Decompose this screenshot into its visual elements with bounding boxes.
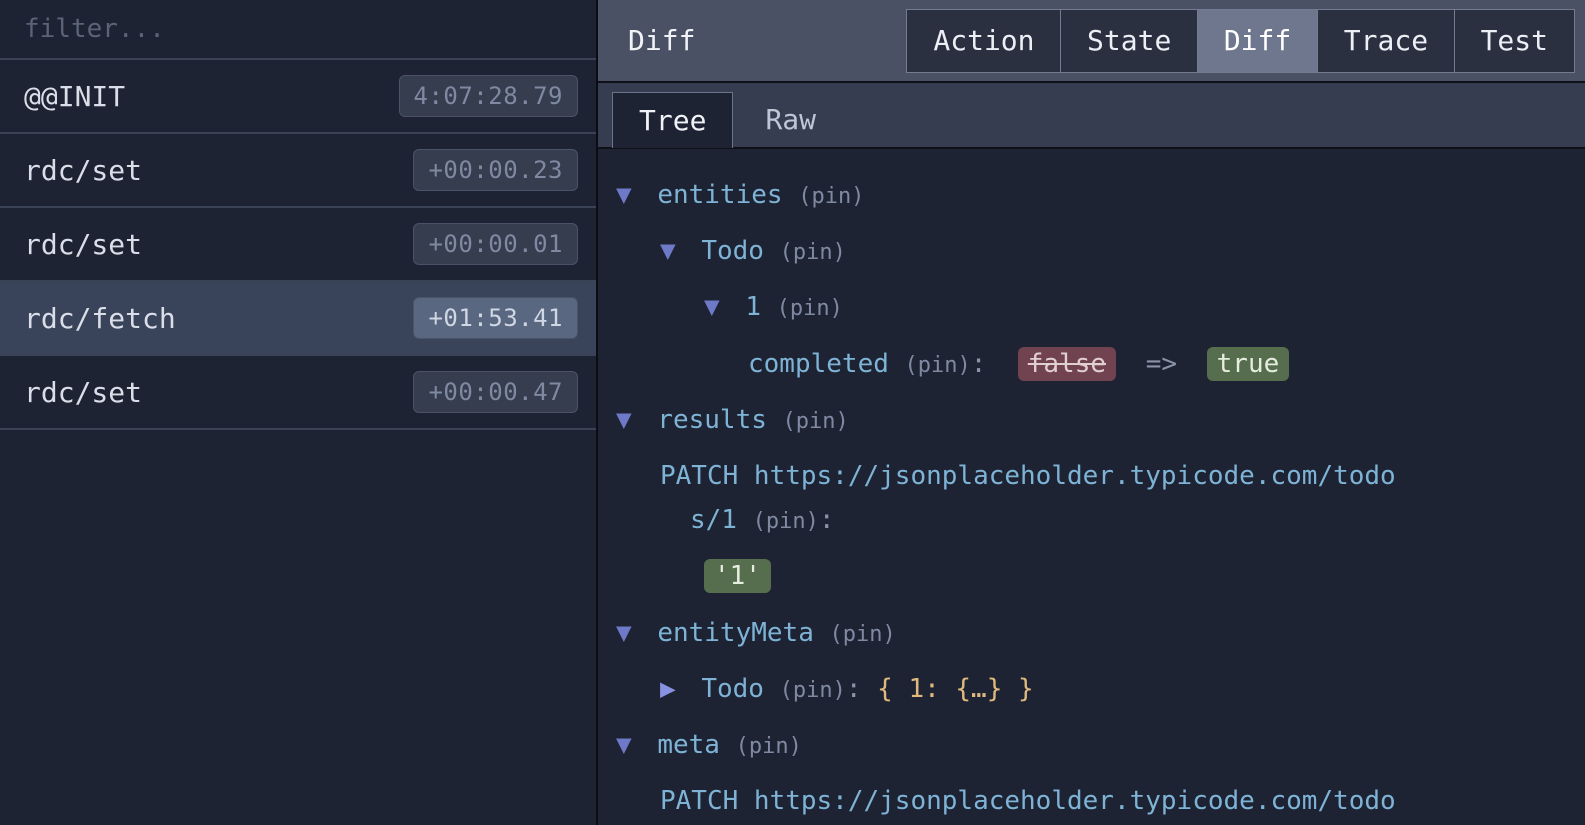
action-row[interactable]: rdc/fetch +01:53.41 [0,282,596,356]
colon: : [819,505,835,535]
action-time: +00:00.23 [413,149,578,191]
tree-node-meta[interactable]: ▼ meta (pin) [616,717,1567,773]
action-row[interactable]: rdc/set +00:00.23 [0,134,596,208]
tree-node-todo[interactable]: ▼ Todo (pin) [616,223,1567,279]
chevron-right-icon: ▶ [660,667,686,711]
inspector-panel: Diff Action State Diff Trace Test Tree R… [598,0,1585,825]
pin-button[interactable]: (pin) [736,734,802,759]
tree-node-entities[interactable]: ▼ entities (pin) [616,167,1567,223]
tab-action[interactable]: Action [906,9,1061,73]
inspector-title: Diff [598,0,725,81]
action-time: +01:53.41 [413,297,578,339]
colon: : [971,349,987,379]
action-row[interactable]: rdc/set +00:00.01 [0,208,596,282]
action-time: 4:07:28.79 [399,75,579,117]
tree-key: PATCH https://jsonplaceholder.typicode.c… [660,786,1396,816]
pin-button[interactable]: (pin) [798,184,864,209]
tree-key: Todo [701,674,764,704]
action-time: +00:00.47 [413,371,578,413]
action-row[interactable]: @@INIT 4:07:28.79 [0,60,596,134]
tab-diff[interactable]: Diff [1197,9,1318,73]
tab-test[interactable]: Test [1454,9,1575,73]
tree-key: meta [657,730,720,760]
tree-leaf-completed[interactable]: completed (pin): false => true [616,336,1567,392]
tree-node-entitymeta-todo[interactable]: ▶ Todo (pin): { 1: {…} } [616,661,1567,717]
tree-key: 1 [745,292,761,322]
sub-tabs: Tree Raw [598,83,1585,149]
tab-state[interactable]: State [1060,9,1198,73]
diff-old-value: false [1018,347,1116,381]
pin-button[interactable]: (pin) [905,353,971,378]
pin-button[interactable]: (pin) [777,296,843,321]
tree-leaf-meta-url[interactable]: PATCH https://jsonplaceholder.typicode.c… [616,773,1567,825]
subtab-raw[interactable]: Raw [739,91,842,147]
tree-key-cont: s/1 [660,505,737,535]
tree-node-item-1[interactable]: ▼ 1 (pin) [616,279,1567,335]
tree-key: completed [748,349,889,379]
action-list: @@INIT 4:07:28.79 rdc/set +00:00.23 rdc/… [0,60,596,430]
action-list-panel: @@INIT 4:07:28.79 rdc/set +00:00.23 rdc/… [0,0,598,825]
diff-new-value: '1' [704,559,771,593]
pin-button[interactable]: (pin) [830,622,896,647]
diff-new-value: true [1207,347,1290,381]
action-name: rdc/fetch [18,302,176,335]
tree-key: Todo [701,236,764,266]
chevron-down-icon: ▼ [660,229,686,273]
tab-trace[interactable]: Trace [1317,9,1455,73]
pin-button[interactable]: (pin) [780,678,846,703]
action-name: rdc/set [18,376,142,409]
action-name: rdc/set [18,228,142,261]
tree-value-patch-result: '1' [616,548,1567,604]
action-name: @@INIT [18,80,125,113]
tree-node-results[interactable]: ▼ results (pin) [616,392,1567,448]
arrow-right-icon: => [1132,349,1191,379]
chevron-down-icon: ▼ [616,723,642,767]
subtab-tree[interactable]: Tree [612,92,733,148]
colon: : [846,674,862,704]
filter-input[interactable] [0,0,596,60]
tree-key: entities [657,180,782,210]
action-name: rdc/set [18,154,142,187]
diff-tree: ▼ entities (pin) ▼ Todo (pin) ▼ 1 (pin) … [598,149,1585,825]
chevron-down-icon: ▼ [616,611,642,655]
chevron-down-icon: ▼ [616,398,642,442]
pin-button[interactable]: (pin) [753,509,819,534]
inspector-header: Diff Action State Diff Trace Test [598,0,1585,83]
chevron-down-icon: ▼ [704,285,730,329]
tree-leaf-patch-url[interactable]: PATCH https://jsonplaceholder.typicode.c… [616,448,1567,548]
action-time: +00:00.01 [413,223,578,265]
tree-node-entitymeta[interactable]: ▼ entityMeta (pin) [616,605,1567,661]
tree-key: PATCH https://jsonplaceholder.typicode.c… [660,461,1396,491]
action-row[interactable]: rdc/set +00:00.47 [0,356,596,430]
top-tabs: Action State Diff Trace Test [906,0,1575,81]
tree-key: results [657,405,767,435]
pin-button[interactable]: (pin) [780,240,846,265]
chevron-down-icon: ▼ [616,173,642,217]
collapsed-value: { 1: {…} } [877,674,1034,704]
pin-button[interactable]: (pin) [783,409,849,434]
tree-key: entityMeta [657,618,814,648]
